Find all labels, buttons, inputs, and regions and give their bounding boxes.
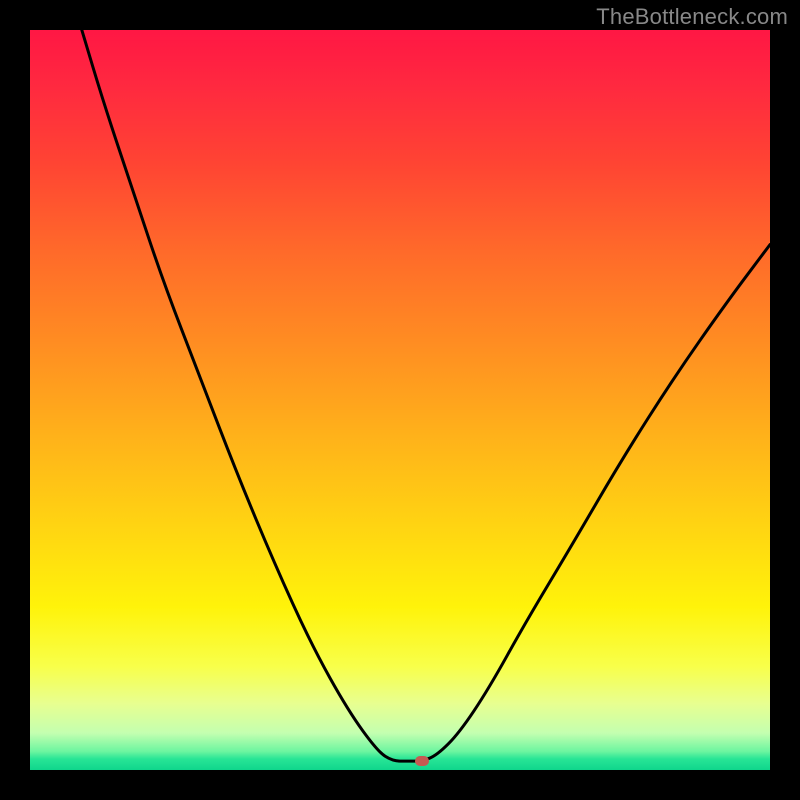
bottleneck-curve <box>30 30 770 770</box>
watermark-text: TheBottleneck.com <box>596 4 788 30</box>
plot-area <box>30 30 770 770</box>
minimum-marker <box>415 756 429 766</box>
chart-frame: TheBottleneck.com <box>0 0 800 800</box>
